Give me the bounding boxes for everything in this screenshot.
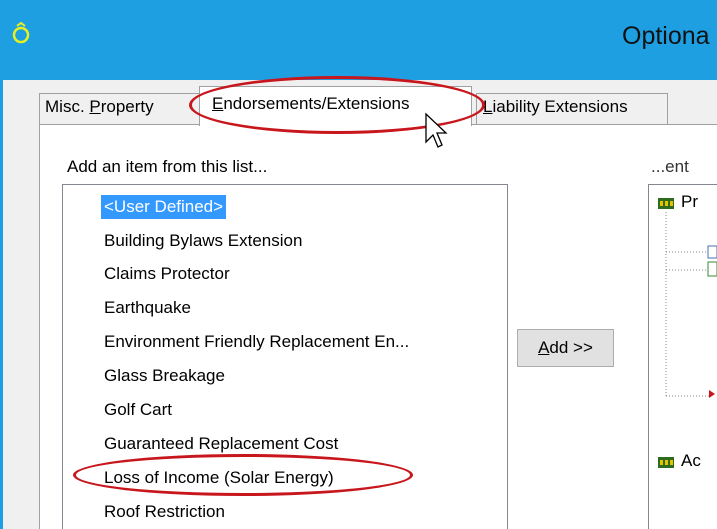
list-item[interactable]: Glass Breakage <box>104 364 225 388</box>
title-bar: Optiona <box>0 0 717 80</box>
list-item[interactable]: Environment Friendly Replacement En... <box>104 330 409 354</box>
list-item[interactable]: Loss of Income (Solar Energy) <box>104 466 334 490</box>
list-caption: Add an item from this list... <box>67 157 268 176</box>
list-item[interactable]: Claims Protector <box>104 262 230 286</box>
folder-icon <box>658 198 674 209</box>
tab-label: iability Extensions <box>492 97 628 116</box>
list-item[interactable]: Earthquake <box>104 296 191 320</box>
window-border <box>0 80 3 529</box>
tab-mnemonic: P <box>89 97 101 116</box>
selected-list-caption: ...ent <box>651 157 689 176</box>
tree-connectors <box>665 212 717 398</box>
list-item[interactable]: Golf Cart <box>104 398 172 422</box>
list-item[interactable]: Building Bylaws Extension <box>104 229 302 253</box>
folder-icon <box>658 457 674 468</box>
ring-icon <box>12 21 30 44</box>
tree-node-label[interactable]: Ac <box>681 451 701 471</box>
tab-mnemonic: E <box>212 94 224 113</box>
tab-label: Misc. <box>45 97 90 116</box>
list-item[interactable]: <User Defined> <box>101 195 227 219</box>
tab-liability-extensions[interactable]: Liability Extensions <box>476 93 668 124</box>
add-button[interactable]: Add >> <box>517 329 614 367</box>
add-button-label: dd >> <box>549 338 593 357</box>
list-item[interactable]: Guaranteed Replacement Cost <box>104 432 338 456</box>
list-item[interactable]: Roof Restriction <box>104 500 225 524</box>
tree-node-label[interactable]: Pr <box>681 192 698 212</box>
mouse-cursor-icon <box>425 112 448 148</box>
tab-label: ndorsements/Extensions <box>223 94 410 113</box>
window-title: Optiona <box>622 22 710 50</box>
tab-label: roperty <box>100 97 154 116</box>
add-mnemonic: A <box>538 338 550 357</box>
tab-misc-property[interactable]: Misc. Property <box>39 93 201 124</box>
